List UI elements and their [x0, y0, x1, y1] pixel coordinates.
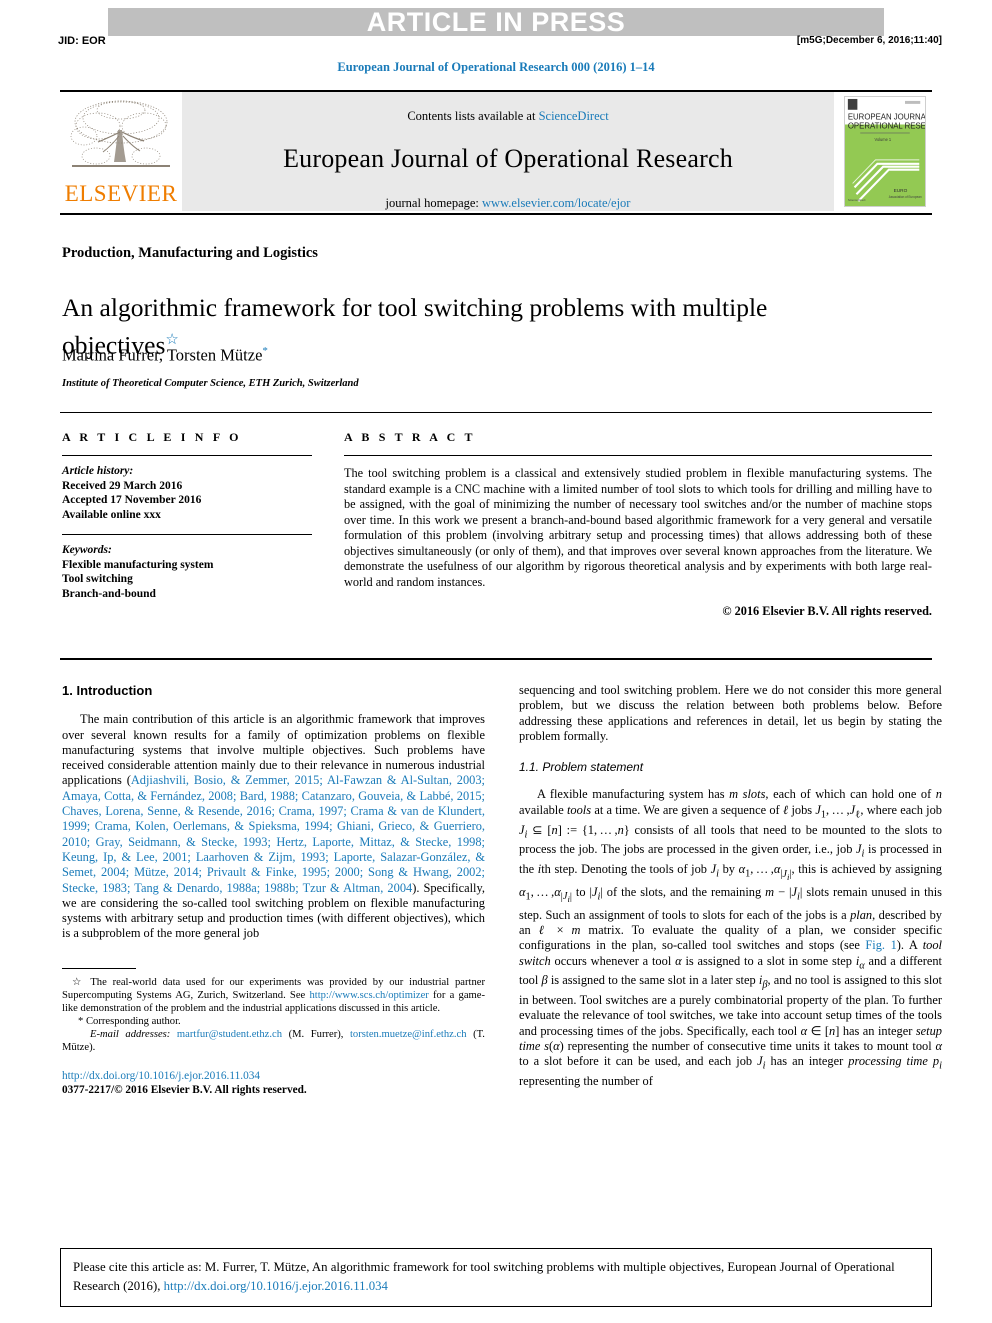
footnote-corresponding-marker: *	[78, 1015, 84, 1027]
contents-available-line: Contents lists available at ScienceDirec…	[182, 92, 834, 124]
footnote-block: ☆ The real-world data used for our exper…	[62, 976, 485, 1054]
journal-cover-image: EUROPEAN JOURNAL OF OPERATIONAL RESEARCH…	[844, 96, 926, 207]
article-history-block: Article history: Received 29 March 2016 …	[62, 464, 312, 522]
abstract-copyright: © 2016 Elsevier B.V. All rights reserved…	[722, 604, 932, 618]
keyword-item: Flexible manufacturing system	[62, 558, 214, 571]
homepage-prefix: journal homepage:	[385, 196, 483, 210]
info-bottom-rule	[60, 658, 932, 660]
journal-masthead: ELSEVIER Contents lists available at Sci…	[60, 90, 932, 211]
article-in-press-banner: ARTICLE IN PRESS	[108, 8, 884, 36]
svg-text:Volume 1: Volume 1	[875, 137, 892, 142]
email-name-furrer: (M. Furrer),	[288, 1028, 344, 1040]
journal-cover-thumbnail: EUROPEAN JOURNAL OF OPERATIONAL RESEARCH…	[834, 92, 932, 211]
body-column-right: sequencing and tool switching problem. H…	[519, 683, 942, 1089]
journal-id-label: JID: EOR	[58, 35, 106, 47]
article-history-received: Received 29 March 2016	[62, 479, 183, 492]
keywords-block: Keywords: Flexible manufacturing system …	[62, 543, 312, 601]
abstract-rule	[344, 455, 932, 456]
article-in-press-label: ARTICLE IN PRESS	[366, 7, 626, 37]
please-cite-box: Please cite this article as: M. Furrer, …	[60, 1248, 932, 1307]
figure-1-link[interactable]: Fig. 1	[865, 938, 896, 952]
footnote-corresponding: * Corresponding author.	[62, 1015, 485, 1028]
svg-text:EURO: EURO	[894, 188, 908, 194]
introduction-paragraph: The main contribution of this article is…	[62, 712, 485, 941]
email-link-furrer[interactable]: martfur@student.ethz.ch	[177, 1029, 282, 1040]
build-stamp-label: [m5G;December 6, 2016;11:40]	[796, 35, 942, 46]
journal-homepage-link[interactable]: www.elsevier.com/locate/ejor	[482, 196, 630, 210]
paper-section-label: Production, Manufacturing and Logistics	[62, 245, 318, 261]
doi-block: http://dx.doi.org/10.1016/j.ejor.2016.11…	[62, 1069, 485, 1097]
article-history-label: Article history:	[62, 465, 134, 477]
author-list: Martina Furrer, Torsten Mütze*	[62, 345, 268, 366]
please-cite-doi-link[interactable]: http://dx.doi.org/10.1016/j.ejor.2016.11…	[164, 1279, 388, 1293]
article-info-heading: A R T I C L E I N F O	[62, 430, 242, 444]
keywords-rule	[62, 534, 312, 535]
author-names: Martina Furrer, Torsten Mütze	[62, 345, 263, 365]
problem-statement-paragraph: A flexible manufacturing system has m sl…	[519, 787, 942, 1089]
article-info-rule	[62, 455, 312, 456]
elsevier-wordmark: ELSEVIER	[64, 181, 178, 206]
footnote-emails: E-mail addresses: martfur@student.ethz.c…	[62, 1028, 485, 1054]
article-history-accepted: Accepted 17 November 2016	[62, 494, 202, 506]
masthead-center-panel: Contents lists available at ScienceDirec…	[182, 92, 834, 211]
keywords-label: Keywords:	[62, 544, 112, 556]
elsevier-logo: ELSEVIER	[60, 92, 182, 211]
scs-optimizer-link[interactable]: http://www.scs.ch/optimizer	[309, 990, 428, 1001]
abstract-column: A B S T R A C T The tool switching probl…	[344, 430, 932, 619]
problem-statement-heading: 1.1. Problem statement	[519, 760, 644, 775]
abstract-heading: A B S T R A C T	[344, 430, 476, 444]
footnote-star: ☆ The real-world data used for our exper…	[62, 976, 485, 1015]
svg-text:EUROPEAN JOURNAL OF: EUROPEAN JOURNAL OF	[848, 112, 925, 121]
right-column-paragraph-1: sequencing and tool switching problem. H…	[519, 683, 942, 743]
author-affiliation: Institute of Theoretical Computer Scienc…	[62, 378, 359, 389]
introduction-heading: 1. Introduction	[62, 683, 153, 698]
article-info-column: A R T I C L E I N F O Article history: R…	[62, 430, 312, 601]
sciencedirect-link[interactable]: ScienceDirect	[539, 109, 609, 123]
info-top-rule	[60, 412, 932, 413]
issn-copyright-line: 0377-2217/© 2016 Elsevier B.V. All right…	[62, 1083, 307, 1096]
body-column-left: 1. Introduction The main contribution of…	[62, 683, 485, 1097]
doi-link[interactable]: http://dx.doi.org/10.1016/j.ejor.2016.11…	[62, 1069, 485, 1083]
email-addresses-label: E-mail addresses:	[90, 1028, 171, 1040]
footnote-corresponding-text: Corresponding author.	[85, 1015, 181, 1027]
keyword-item: Tool switching	[62, 573, 133, 585]
elsevier-tree-icon	[70, 100, 170, 167]
intro-citation-links[interactable]: Adjiashvili, Bosio, & Zemmer, 2015; Al-F…	[62, 773, 485, 894]
email-link-muetze[interactable]: torsten.muetze@inf.ethz.ch	[350, 1029, 467, 1040]
masthead-bottom-rule	[60, 213, 932, 215]
abstract-text: The tool switching problem is a classica…	[344, 466, 932, 589]
footnote-rule	[62, 967, 136, 969]
svg-text:Association of European: Association of European	[889, 195, 922, 199]
contents-prefix: Contents lists available at	[407, 109, 539, 123]
journal-reference-line: European Journal of Operational Research…	[337, 60, 655, 74]
keyword-item: Branch-and-bound	[62, 587, 156, 600]
svg-text:ScienceDirect: ScienceDirect	[848, 198, 866, 202]
journal-homepage-line: journal homepage: www.elsevier.com/locat…	[182, 196, 834, 211]
footnote-star-marker: ☆	[72, 976, 85, 988]
journal-title: European Journal of Operational Research	[283, 144, 733, 173]
svg-text:OPERATIONAL RESEARCH: OPERATIONAL RESEARCH	[848, 121, 925, 130]
journal-cover-artwork-icon: EUROPEAN JOURNAL OF OPERATIONAL RESEARCH…	[845, 97, 925, 206]
article-history-online: Available online xxx	[62, 508, 161, 521]
corresponding-author-marker: *	[262, 345, 268, 357]
